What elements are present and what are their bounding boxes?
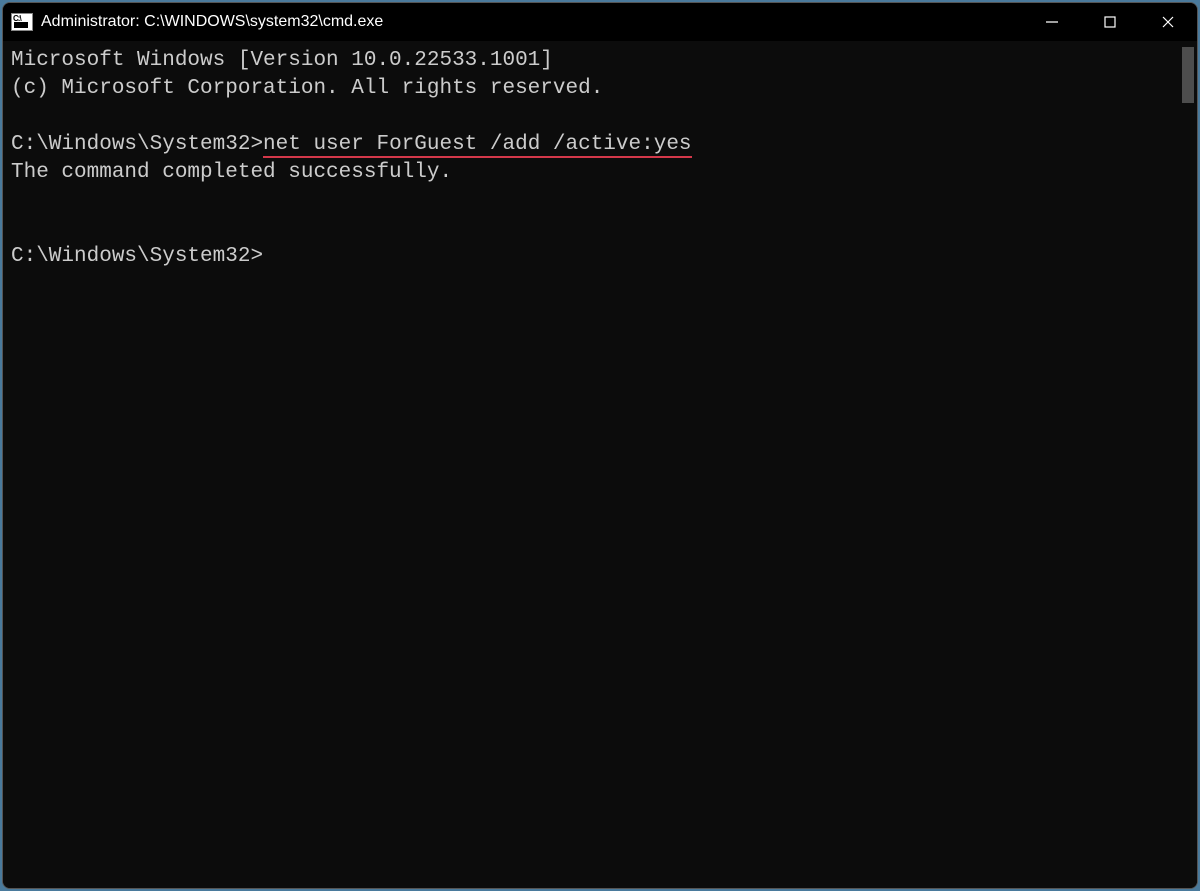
blank-line — [11, 215, 1189, 243]
window-controls — [1023, 3, 1197, 41]
scrollbar-track[interactable] — [1179, 41, 1197, 888]
maximize-button[interactable] — [1081, 3, 1139, 41]
blank-line — [11, 103, 1189, 131]
command-line-2: C:\Windows\System32> — [11, 243, 1189, 271]
scrollbar-thumb[interactable] — [1182, 47, 1194, 103]
window-title: Administrator: C:\WINDOWS\system32\cmd.e… — [41, 13, 1023, 31]
blank-line — [11, 187, 1189, 215]
typed-command: net user ForGuest /add /active:yes — [263, 133, 691, 158]
prompt-text: C:\Windows\System32> — [11, 245, 263, 268]
cmd-window: Administrator: C:\WINDOWS\system32\cmd.e… — [2, 2, 1198, 889]
cmd-icon — [11, 13, 33, 31]
maximize-icon — [1103, 15, 1117, 29]
version-line: Microsoft Windows [Version 10.0.22533.10… — [11, 47, 1189, 75]
terminal-body[interactable]: Microsoft Windows [Version 10.0.22533.10… — [3, 41, 1197, 888]
titlebar[interactable]: Administrator: C:\WINDOWS\system32\cmd.e… — [3, 3, 1197, 41]
minimize-button[interactable] — [1023, 3, 1081, 41]
result-line: The command completed successfully. — [11, 159, 1189, 187]
copyright-line: (c) Microsoft Corporation. All rights re… — [11, 75, 1189, 103]
close-icon — [1161, 15, 1175, 29]
command-line-1: C:\Windows\System32>net user ForGuest /a… — [11, 131, 1189, 159]
minimize-icon — [1045, 15, 1059, 29]
prompt-text: C:\Windows\System32> — [11, 133, 263, 156]
close-button[interactable] — [1139, 3, 1197, 41]
